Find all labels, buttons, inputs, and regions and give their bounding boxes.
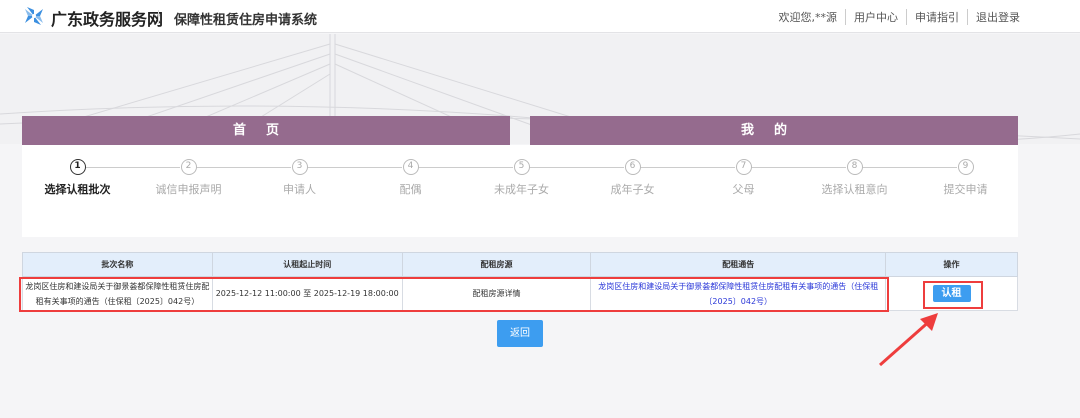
step-1: 1 选择认租批次 [22,159,133,197]
step-4: 4 配偶 [355,159,466,197]
step-label: 选择认租意向 [821,183,888,196]
step-number: 5 [513,159,530,175]
col-header: 配租通告 [590,252,887,277]
step-number: 1 [69,159,86,175]
step-8: 8 选择认租意向 [799,159,910,197]
logo-icon [25,7,43,25]
col-header: 操作 [885,252,1018,277]
step-label: 配偶 [399,183,422,196]
step-label: 选择认租批次 [44,183,111,196]
step-label: 诚信申报声明 [155,183,222,196]
divider [158,10,159,24]
system-name: 保障性租赁住房申请系统 [174,13,318,28]
step-number: 8 [846,159,863,175]
step-number: 6 [624,159,641,175]
step-6: 6 成年子女 [577,159,688,197]
site-name: 广东政务服务网 [51,10,164,29]
step-number: 7 [735,159,752,175]
top-nav: 欢迎您,**源 用户中心 申请指引 退出登录 [771,9,1029,25]
step-progress: 1 选择认租批次 2 诚信申报声明 3 申请人 4 配偶 5 未成年子女 6 成年子女 7 父母 8 选择认租… [22,145,1018,237]
step-label: 提交申请 [943,183,988,196]
step-5: 5 未成年子女 [466,159,577,197]
guide-link[interactable]: 申请指引 [906,9,967,25]
col-header: 批次名称 [22,252,213,277]
tab-home[interactable]: 首页 [22,116,510,145]
step-3: 3 申请人 [244,159,355,197]
header: 广东政务服务网 保障性租赁住房申请系统 欢迎您,**源 用户中心 申请指引 退出… [0,0,1080,33]
table-header-row: 批次名称 认租起止时间 配租房源 配租通告 操作 [22,252,1018,277]
tab-mine[interactable]: 我的 [530,116,1018,145]
step-7: 7 父母 [688,159,799,197]
user-center-link[interactable]: 用户中心 [845,9,906,25]
step-number: 3 [291,159,308,175]
step-number: 4 [402,159,419,175]
step-number: 9 [957,159,974,175]
step-label: 成年子女 [610,183,655,196]
col-header: 配租房源 [401,252,592,277]
step-number: 2 [180,159,197,175]
col-header: 认租起止时间 [211,252,403,277]
highlight-box-row [19,277,889,312]
step-label: 未成年子女 [494,183,549,196]
step-9: 9 提交申请 [910,159,1021,197]
step-2: 2 诚信申报声明 [133,159,244,197]
back-button[interactable]: 返回 [497,320,543,347]
logout-link[interactable]: 退出登录 [967,9,1028,25]
arrow-icon [879,313,938,367]
welcome-text: 欢迎您,**源 [778,11,838,24]
step-label: 申请人 [283,183,316,196]
step-label: 父母 [732,183,755,196]
